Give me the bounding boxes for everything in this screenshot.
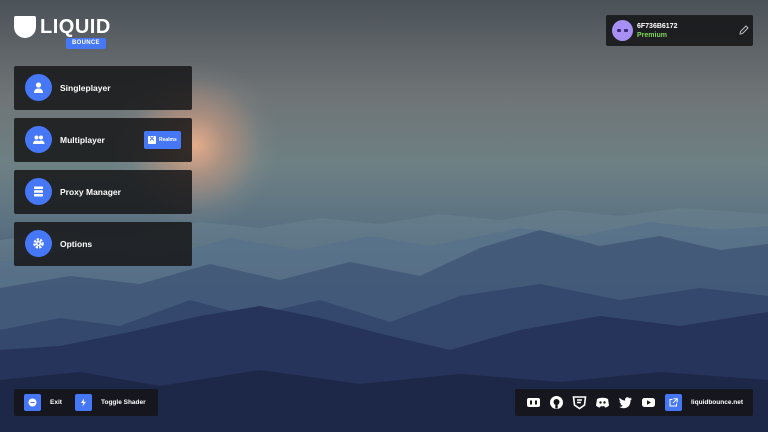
menu-singleplayer[interactable]: Singleplayer: [14, 66, 192, 110]
logo-mark-icon: [14, 16, 36, 38]
menu-multiplayer[interactable]: Multiplayer Realms: [14, 118, 192, 162]
menu-singleplayer-label: Singleplayer: [60, 83, 111, 93]
discord-icon[interactable]: [595, 395, 610, 410]
logo-badge: BOUNCE: [66, 38, 106, 49]
menu-options-label: Options: [60, 239, 93, 249]
realms-button[interactable]: Realms: [144, 131, 181, 149]
bottom-left-bar: Exit Toggle Shader: [14, 389, 158, 416]
twitter-icon[interactable]: [618, 395, 633, 410]
bottom-right-bar: liquidbounce.net: [515, 389, 753, 416]
logo-text: LIQUID: [40, 16, 111, 38]
background-landscape: [0, 0, 768, 432]
server-list-icon: [25, 178, 52, 205]
exit-label: Exit: [50, 399, 62, 406]
liquidbounce-logo: LIQUID BOUNCE: [14, 14, 110, 49]
external-link-icon[interactable]: [665, 394, 682, 411]
realms-icon: [148, 135, 156, 144]
toggle-shader-label: Toggle Shader: [101, 399, 146, 406]
menu-multiplayer-label: Multiplayer: [60, 135, 105, 145]
forum-icon[interactable]: [572, 395, 587, 410]
exit-icon: [24, 394, 41, 411]
account-card[interactable]: 6F736B6172 Premium: [606, 15, 753, 46]
menu-options[interactable]: Options: [14, 222, 192, 266]
users-icon: [25, 126, 52, 153]
guilded-icon[interactable]: [526, 395, 541, 410]
realms-label: Realms: [159, 137, 177, 143]
account-username: 6F736B6172: [637, 23, 678, 30]
github-icon[interactable]: [549, 395, 564, 410]
avatar: [612, 20, 633, 41]
gear-icon: [25, 230, 52, 257]
avatar-eye: [624, 29, 628, 32]
youtube-icon[interactable]: [641, 395, 656, 410]
edit-pencil-icon[interactable]: [738, 24, 750, 36]
website-link[interactable]: liquidbounce.net: [691, 394, 743, 411]
menu-proxy-manager-label: Proxy Manager: [60, 187, 121, 197]
shader-icon: [75, 394, 92, 411]
avatar-eye: [617, 29, 621, 32]
account-tier: Premium: [637, 32, 667, 39]
menu-proxy-manager[interactable]: Proxy Manager: [14, 170, 192, 214]
user-icon: [25, 74, 52, 101]
mountain-silhouettes: [0, 208, 768, 432]
